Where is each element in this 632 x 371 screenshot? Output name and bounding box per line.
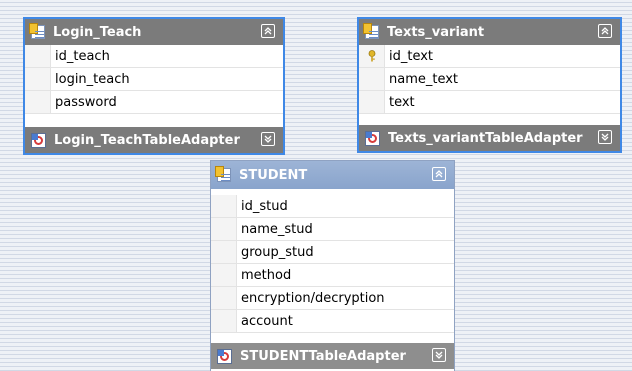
- column-name: group_stud: [241, 244, 314, 260]
- table-title: STUDENT: [239, 167, 308, 183]
- collapse-chevron-icon[interactable]: [598, 24, 612, 38]
- table-adapter-icon: [217, 348, 232, 364]
- table-adapter-label: STUDENTTableAdapter: [240, 348, 406, 364]
- column-name: account: [241, 313, 293, 329]
- table-icon: [29, 23, 45, 39]
- row-gutter: [25, 68, 51, 90]
- expand-chevron-icon[interactable]: [598, 130, 612, 144]
- collapse-chevron-icon[interactable]: [261, 24, 275, 38]
- row-gutter: [211, 264, 237, 286]
- table-column-row[interactable]: name_text: [359, 68, 620, 91]
- expand-chevron-icon[interactable]: [432, 348, 446, 362]
- table-adapter-icon: [31, 132, 46, 148]
- table-login-teach[interactable]: Login_Teach id_teach login_teach passwor…: [23, 17, 285, 155]
- column-name: id_stud: [241, 198, 288, 214]
- table-icon: [215, 166, 231, 182]
- column-name: login_teach: [55, 71, 130, 87]
- table-student[interactable]: STUDENT id_stud name_stud group_stud met…: [210, 160, 455, 371]
- row-gutter: [211, 241, 237, 263]
- column-name: encryption/decryption: [241, 290, 385, 306]
- table-column-row[interactable]: name_stud: [211, 218, 454, 241]
- row-gutter: [359, 68, 385, 90]
- table-column-row[interactable]: encryption/decryption: [211, 287, 454, 310]
- table-column-row[interactable]: id_text: [359, 45, 620, 68]
- column-name: id_teach: [55, 48, 110, 64]
- table-column-row[interactable]: password: [25, 91, 283, 114]
- row-gutter: [25, 91, 51, 113]
- row-gutter: [25, 45, 51, 67]
- table-column-row[interactable]: account: [211, 310, 454, 333]
- column-name: name_stud: [241, 221, 313, 237]
- table-column-row[interactable]: login_teach: [25, 68, 283, 91]
- expand-chevron-icon[interactable]: [261, 132, 275, 146]
- row-gutter: [211, 287, 237, 309]
- table-header[interactable]: Login_Teach: [25, 19, 283, 45]
- table-column-row[interactable]: id_teach: [25, 45, 283, 68]
- row-gutter: [211, 310, 237, 332]
- table-column-row[interactable]: method: [211, 264, 454, 287]
- table-adapter-bar[interactable]: Texts_variantTableAdapter: [359, 125, 620, 151]
- table-adapter-bar[interactable]: Login_TeachTableAdapter: [25, 127, 283, 153]
- table-adapter-icon: [365, 130, 380, 146]
- table-column-row[interactable]: text: [359, 91, 620, 114]
- table-header[interactable]: STUDENT: [211, 161, 454, 189]
- row-gutter: [359, 91, 385, 113]
- row-gutter: [359, 45, 385, 67]
- table-adapter-bar[interactable]: STUDENTTableAdapter: [211, 343, 454, 369]
- row-gutter: [211, 195, 237, 217]
- table-adapter-label: Login_TeachTableAdapter: [54, 132, 240, 148]
- table-title: Texts_variant: [387, 24, 485, 40]
- primary-key-icon: [368, 50, 375, 62]
- column-name: password: [55, 94, 117, 110]
- table-title: Login_Teach: [53, 24, 142, 40]
- table-texts-variant[interactable]: Texts_variant id_text name_text text Tex…: [357, 17, 622, 153]
- table-adapter-label: Texts_variantTableAdapter: [388, 130, 583, 146]
- collapse-chevron-icon[interactable]: [432, 167, 446, 181]
- table-column-row[interactable]: id_stud: [211, 195, 454, 218]
- column-name: id_text: [389, 48, 434, 64]
- table-icon: [363, 23, 379, 39]
- column-name: text: [389, 94, 415, 110]
- table-column-row[interactable]: group_stud: [211, 241, 454, 264]
- row-gutter: [211, 218, 237, 240]
- table-header[interactable]: Texts_variant: [359, 19, 620, 45]
- column-name: method: [241, 267, 292, 283]
- column-name: name_text: [389, 71, 459, 87]
